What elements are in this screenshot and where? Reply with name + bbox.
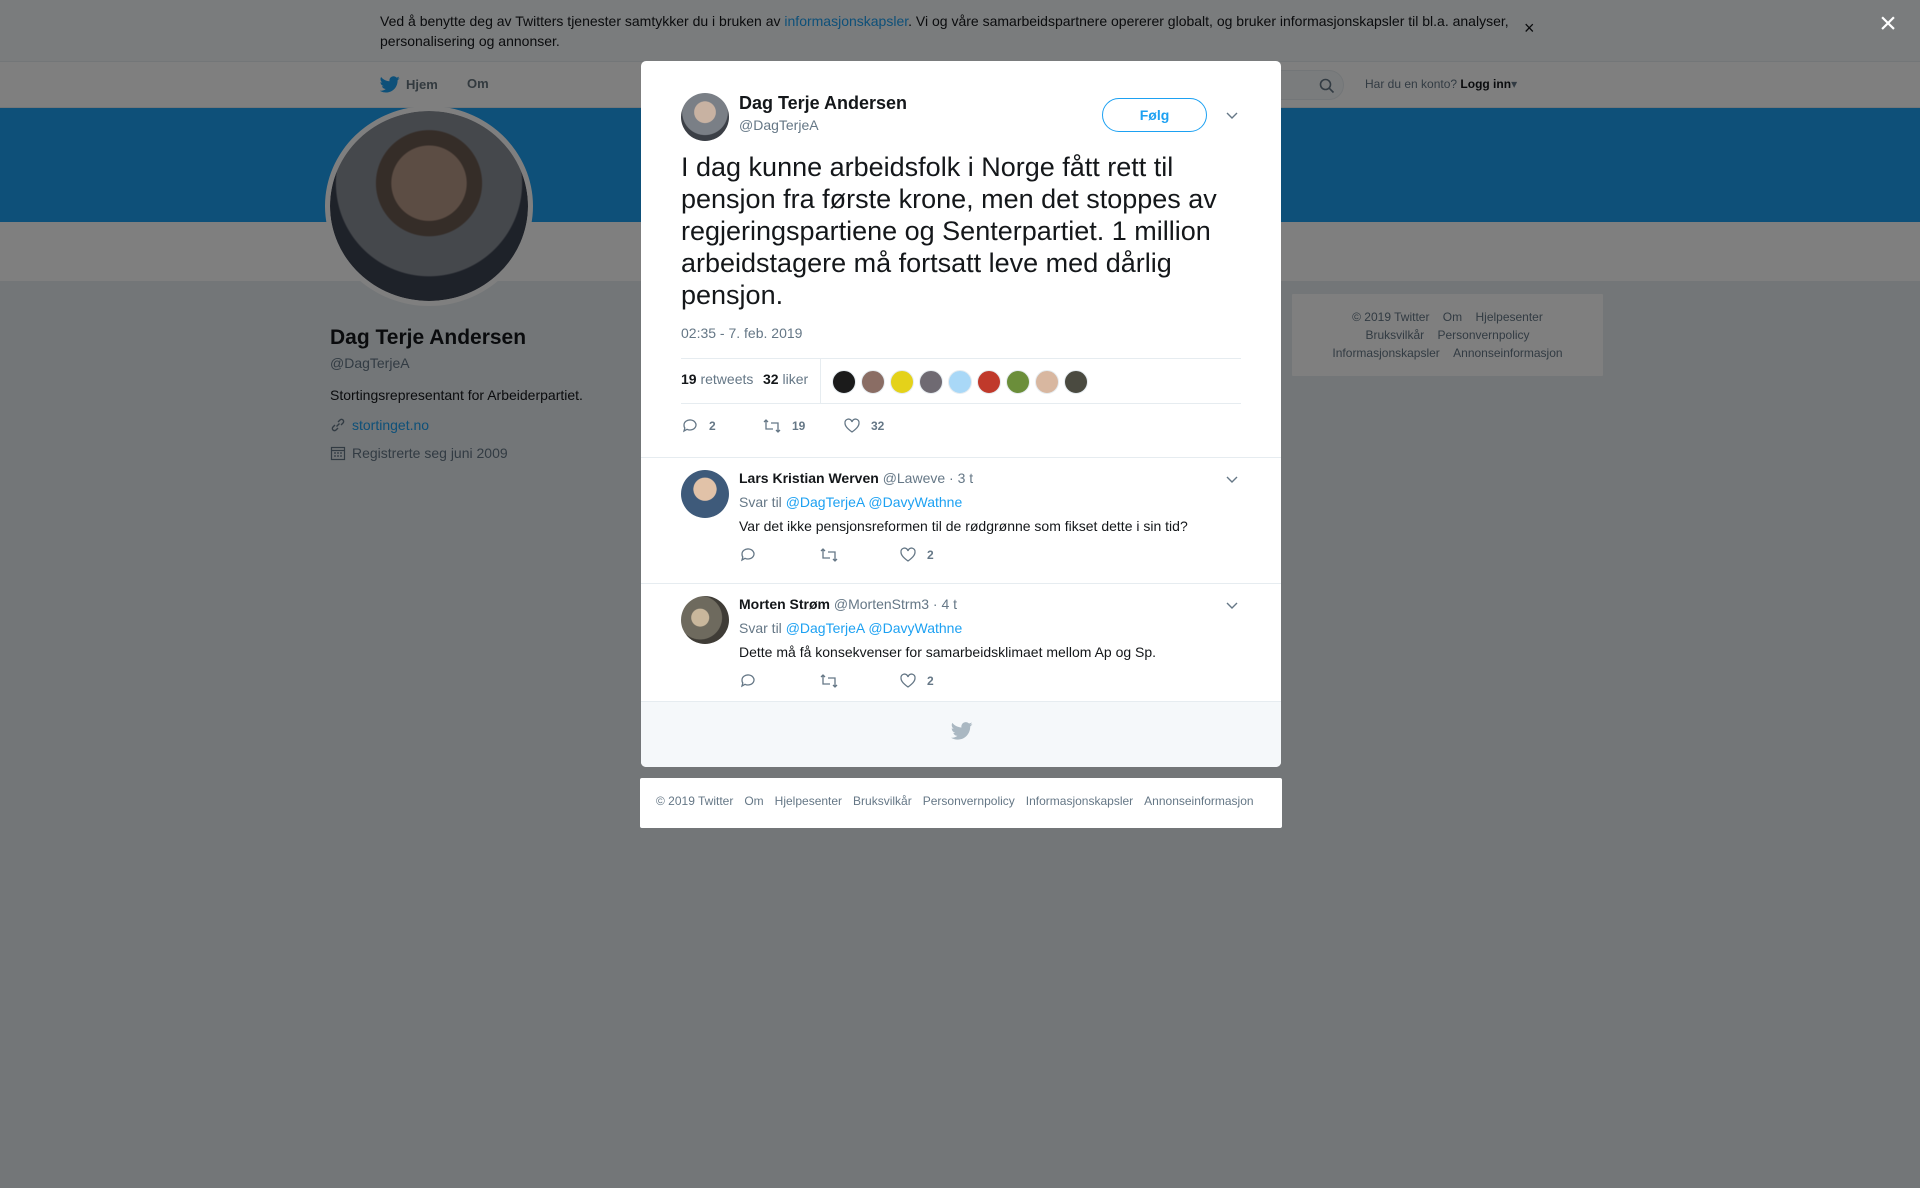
reply-count: 2: [709, 419, 716, 433]
tweet-modal: Dag Terje Andersen @DagTerjeA Følg I dag…: [641, 61, 1281, 767]
tweet-actions: 2 19 32: [681, 417, 981, 437]
retweet-action[interactable]: 19: [762, 417, 805, 435]
mention-link[interactable]: @DavyWathne: [868, 620, 962, 636]
footer-copyright: © 2019 Twitter: [656, 794, 734, 808]
close-modal-button[interactable]: ×: [1873, 9, 1903, 40]
retweet-icon: [820, 674, 838, 688]
footer-about[interactable]: Om: [744, 794, 763, 812]
heart-icon: [900, 547, 916, 562]
like-count: 2: [927, 548, 934, 562]
retweets-label: retweets: [700, 371, 754, 387]
reply-header: Lars Kristian Werven @Laweve · 3 t: [739, 470, 973, 486]
like-action[interactable]: 2: [899, 546, 934, 564]
mention-link[interactable]: @DagTerjeA: [786, 494, 865, 510]
footer-terms[interactable]: Bruksvilkår: [853, 794, 912, 812]
twitter-bird-icon: [951, 722, 973, 740]
reply-text: Var det ikke pensjonsreformen til de rød…: [739, 518, 1188, 534]
like-count: 2: [927, 674, 934, 688]
heart-icon: [900, 673, 916, 688]
liker-avatars: [832, 370, 1088, 394]
liker-avatar[interactable]: [1006, 370, 1030, 394]
footer-cookies[interactable]: Informasjonskapsler: [1026, 794, 1133, 812]
footer-help[interactable]: Hjelpesenter: [775, 794, 842, 812]
reply-to-label: Svar til: [739, 494, 782, 510]
reply-tweet[interactable]: Lars Kristian Werven @Laweve · 3 t Svar …: [641, 457, 1281, 575]
reply-action[interactable]: [739, 672, 767, 690]
like-count: 32: [871, 419, 885, 433]
liker-avatar[interactable]: [832, 370, 856, 394]
retweet-icon: [763, 419, 781, 433]
reply-header: Morten Strøm @MortenStrm3 · 4 t: [739, 596, 957, 612]
retweets-stat[interactable]: 19 retweets: [681, 371, 753, 387]
reply-icon: [740, 548, 755, 562]
reply-author-name[interactable]: Lars Kristian Werven: [739, 470, 879, 486]
reply-to: Svar til @DagTerjeA @DavyWathne: [739, 620, 962, 636]
retweet-icon: [820, 548, 838, 562]
retweet-action[interactable]: [819, 546, 849, 564]
likes-count: 32: [763, 371, 779, 387]
liker-avatar[interactable]: [890, 370, 914, 394]
reply-avatar[interactable]: [681, 596, 729, 644]
retweet-action[interactable]: [819, 672, 849, 690]
modal-bottom-bar: [641, 701, 1281, 767]
liker-avatar[interactable]: [1035, 370, 1059, 394]
reply-to: Svar til @DagTerjeA @DavyWathne: [739, 494, 962, 510]
footer-privacy[interactable]: Personvernpolicy: [923, 794, 1015, 812]
like-action[interactable]: 2: [899, 672, 934, 690]
reply-icon: [740, 674, 755, 688]
footer-ads[interactable]: Annonseinformasjon: [1144, 794, 1253, 812]
chevron-down-icon[interactable]: [1225, 108, 1239, 122]
stats-divider: [820, 359, 821, 403]
reply-time[interactable]: · 3 t: [949, 470, 973, 486]
retweet-count: 19: [792, 419, 806, 433]
modal-footer: © 2019 Twitter Om Hjelpesenter Bruksvilk…: [640, 778, 1282, 828]
likes-label: liker: [782, 371, 809, 387]
tweet-timestamp[interactable]: 02:35 - 7. feb. 2019: [681, 325, 802, 341]
reply-actions: 2: [739, 546, 979, 566]
liker-avatar[interactable]: [948, 370, 972, 394]
tweet-author-handle[interactable]: @DagTerjeA: [739, 117, 819, 133]
reply-action[interactable]: 2: [681, 417, 716, 435]
chevron-down-icon[interactable]: [1225, 598, 1239, 612]
reply-time[interactable]: · 4 t: [933, 596, 957, 612]
mention-link[interactable]: @DagTerjeA: [786, 620, 865, 636]
tweet-author-name[interactable]: Dag Terje Andersen: [739, 93, 907, 114]
tweet-author-avatar[interactable]: [681, 93, 729, 141]
mention-link[interactable]: @DavyWathne: [868, 494, 962, 510]
tweet-stats: 19 retweets 32 liker: [681, 358, 1241, 404]
reply-author-name[interactable]: Morten Strøm: [739, 596, 830, 612]
reply-to-label: Svar til: [739, 620, 782, 636]
reply-avatar[interactable]: [681, 470, 729, 518]
reply-author-handle[interactable]: @Laweve: [883, 470, 945, 486]
reply-actions: 2: [739, 672, 979, 692]
liker-avatar[interactable]: [861, 370, 885, 394]
tweet-text: I dag kunne arbeidsfolk i Norge fått ret…: [681, 152, 1217, 310]
like-action[interactable]: 32: [843, 417, 884, 435]
follow-button[interactable]: Følg: [1102, 98, 1207, 132]
chevron-down-icon[interactable]: [1225, 472, 1239, 486]
reply-icon: [682, 419, 697, 433]
heart-icon: [844, 418, 860, 433]
reply-action[interactable]: [739, 546, 767, 564]
liker-avatar[interactable]: [919, 370, 943, 394]
likes-stat[interactable]: 32 liker: [763, 371, 808, 387]
reply-tweet[interactable]: Morten Strøm @MortenStrm3 · 4 t Svar til…: [641, 583, 1281, 701]
liker-avatar[interactable]: [977, 370, 1001, 394]
retweets-count: 19: [681, 371, 697, 387]
liker-avatar[interactable]: [1064, 370, 1088, 394]
reply-author-handle[interactable]: @MortenStrm3: [834, 596, 929, 612]
reply-text: Dette må få konsekvenser for samarbeidsk…: [739, 644, 1157, 660]
